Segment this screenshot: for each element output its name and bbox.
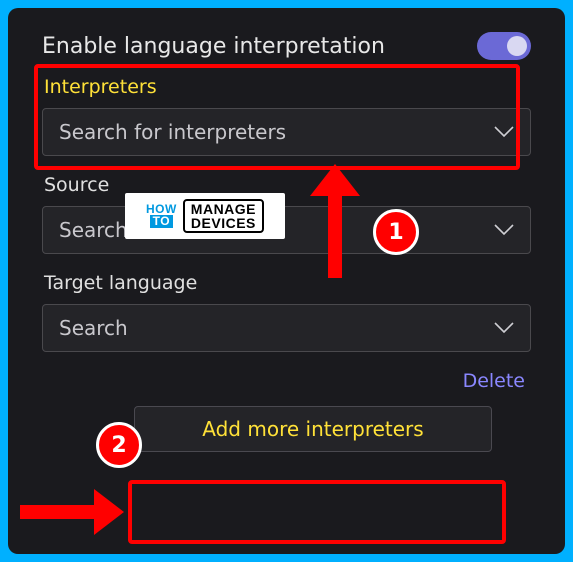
chevron-down-icon: [494, 224, 514, 236]
interpreters-label: Interpreters: [44, 76, 531, 98]
enable-interpretation-toggle[interactable]: [477, 32, 531, 60]
add-more-interpreters-button[interactable]: Add more interpreters: [134, 406, 492, 452]
target-language-select[interactable]: Search: [42, 304, 531, 352]
add-button-label: Add more interpreters: [202, 417, 423, 441]
source-language-select[interactable]: Search: [42, 206, 531, 254]
target-language-label: Target language: [44, 272, 531, 294]
delete-link[interactable]: Delete: [42, 370, 525, 392]
source-language-label: Source: [44, 174, 531, 196]
enable-interpretation-label: Enable language interpretation: [42, 34, 385, 59]
target-placeholder: Search: [59, 316, 128, 340]
interpreters-select[interactable]: Search for interpreters: [42, 108, 531, 156]
interpretation-settings-panel: Enable language interpretation Interpret…: [8, 8, 565, 554]
chevron-down-icon: [494, 322, 514, 334]
source-placeholder: Search: [59, 218, 128, 242]
interpreters-placeholder: Search for interpreters: [59, 120, 286, 144]
toggle-knob: [507, 36, 527, 56]
chevron-down-icon: [494, 126, 514, 138]
